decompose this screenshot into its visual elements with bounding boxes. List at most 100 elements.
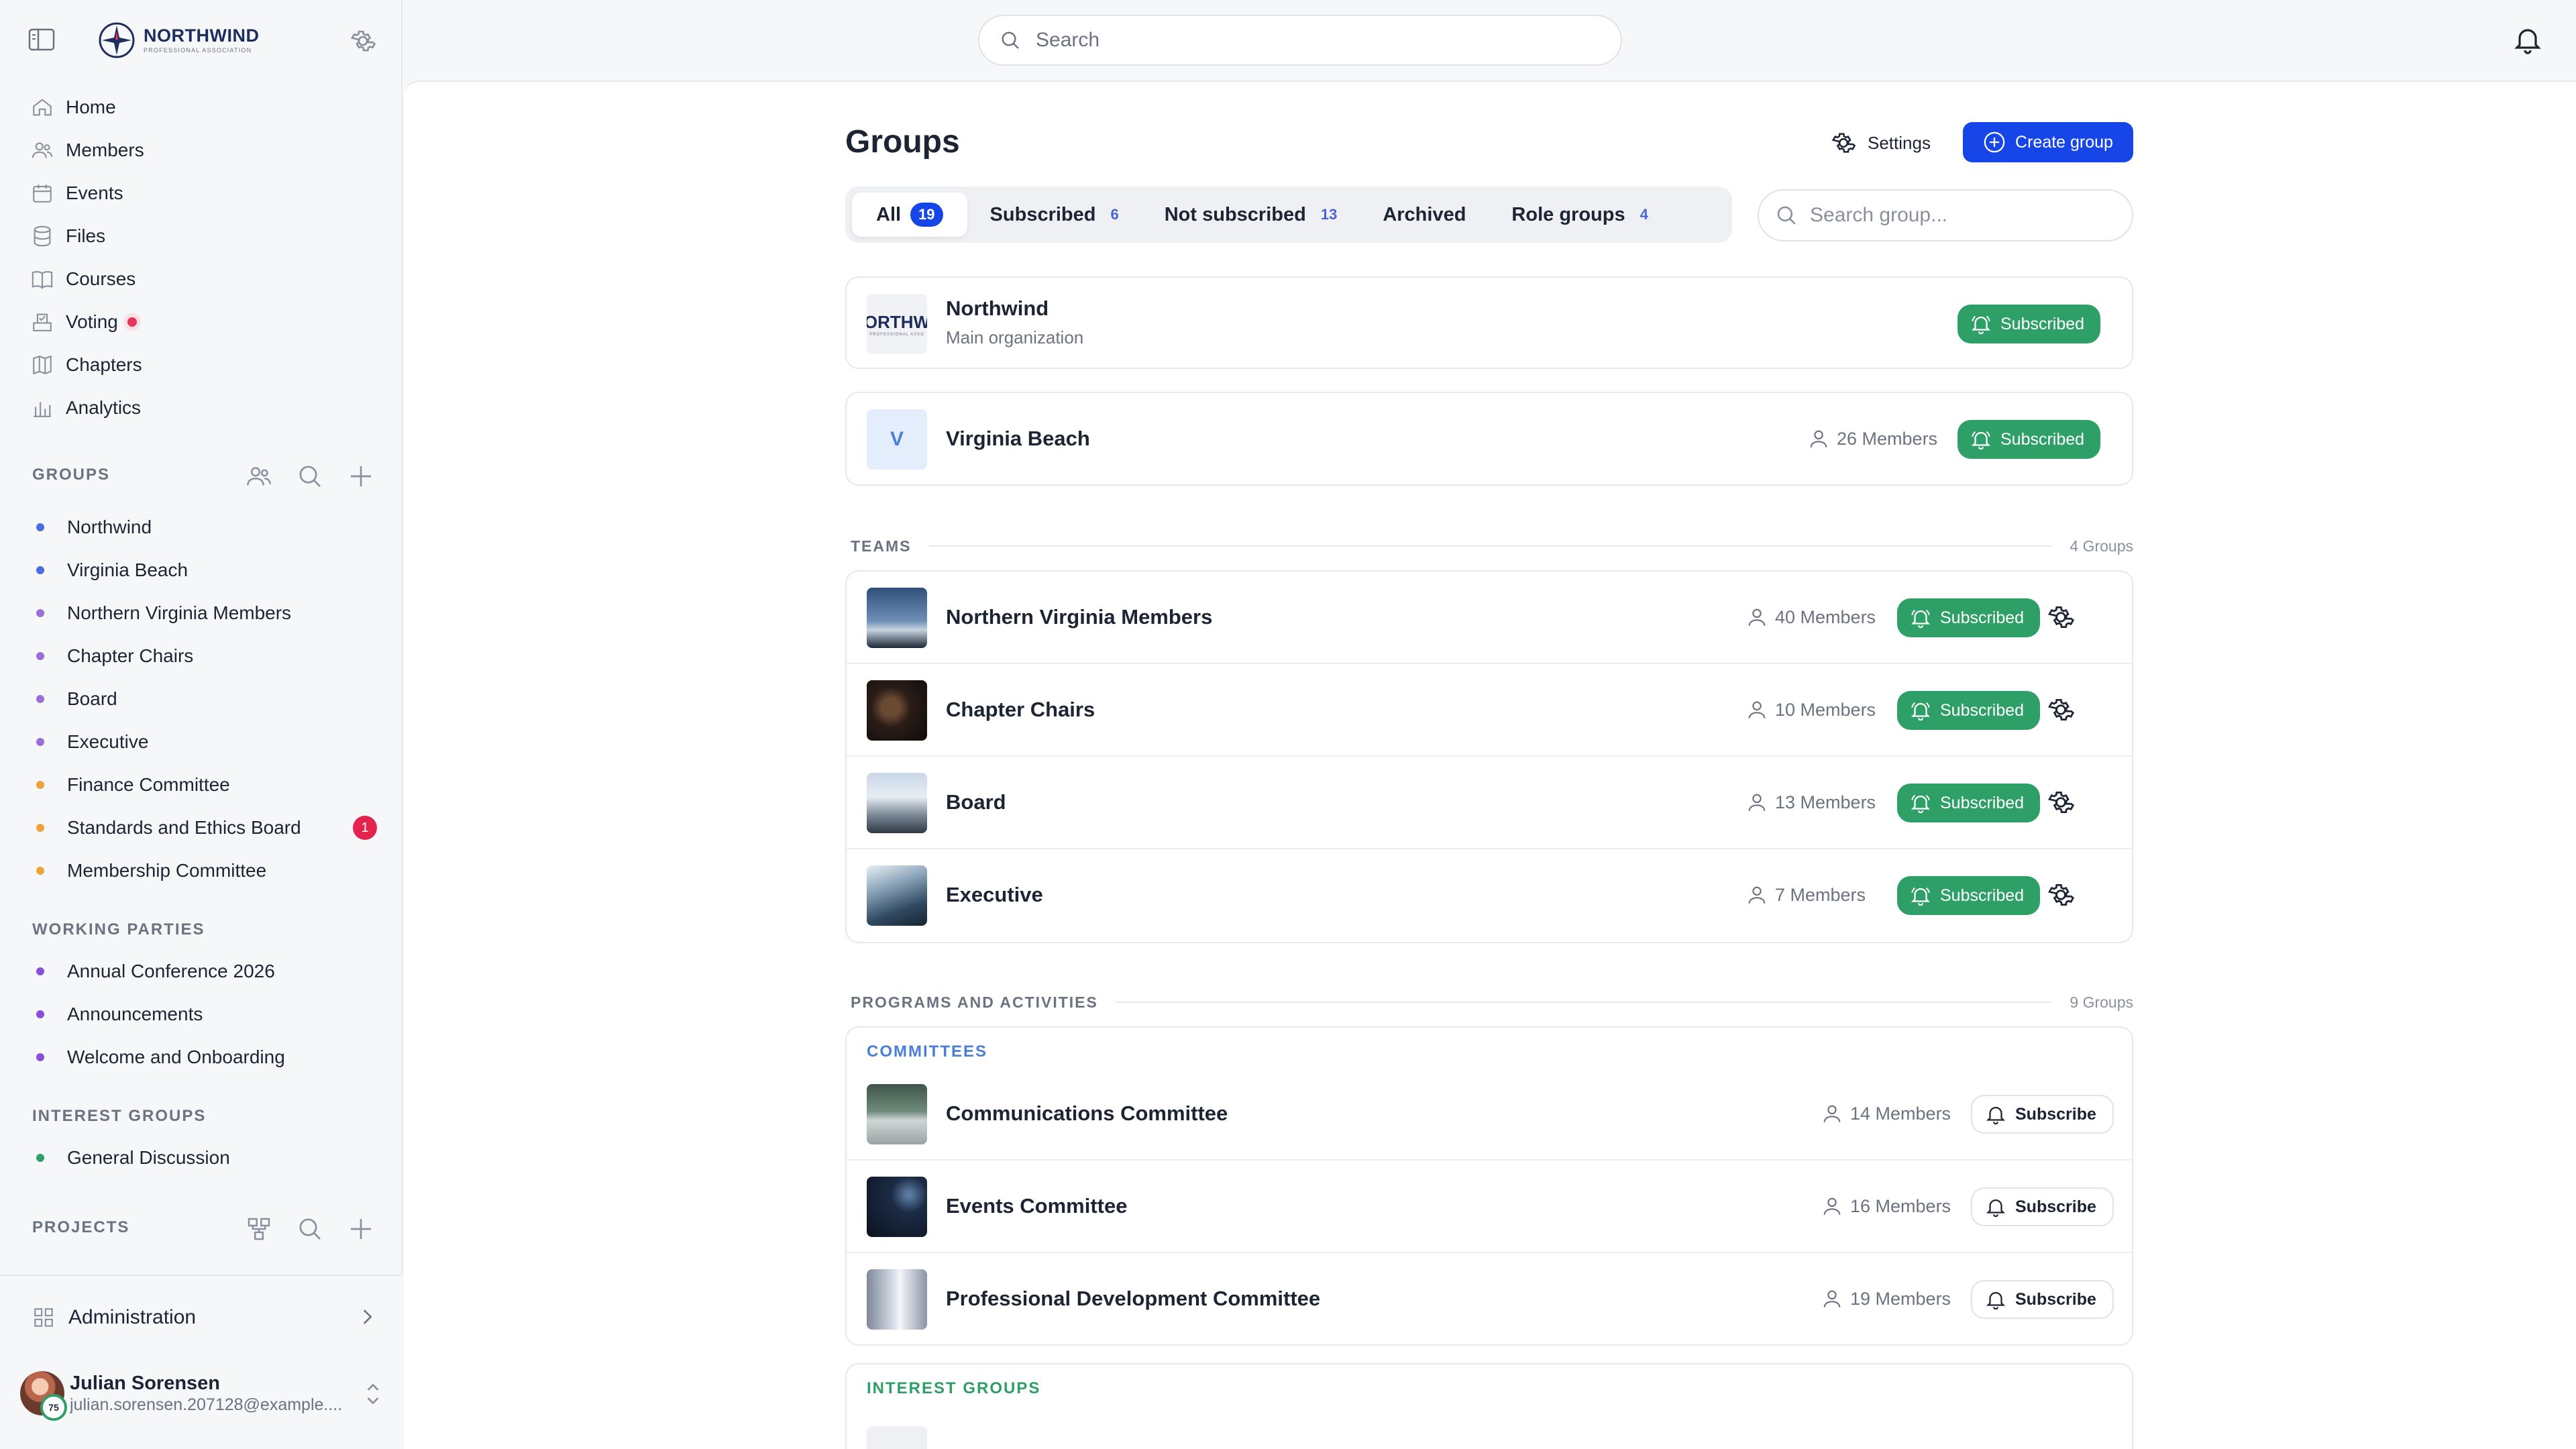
tab-all[interactable]: All 19	[852, 193, 967, 237]
sidebar-item-standards-and-ethics-board[interactable]: Standards and Ethics Board 1	[0, 806, 402, 849]
nav-item-voting[interactable]: Voting	[0, 301, 402, 343]
group-name: Professional Development Committee	[946, 1287, 1321, 1310]
subscribed-badge[interactable]: Subscribed	[1897, 876, 2041, 915]
organization-name: Northwind	[946, 297, 1049, 320]
nav-item-home[interactable]: Home	[0, 86, 402, 129]
global-search-input[interactable]	[1036, 29, 1559, 52]
group-settings-gear-icon[interactable]	[2046, 695, 2076, 724]
group-name: Executive	[946, 883, 1043, 906]
sidebar-group-list: Northwind Virginia Beach Northern Virginia…	[0, 506, 402, 892]
sidebar-item-chapter-chairs[interactable]: Chapter Chairs	[0, 635, 402, 678]
nav-item-files[interactable]: Files	[0, 215, 402, 258]
sidebar-item-announcements[interactable]: Announcements	[0, 993, 402, 1036]
team-row[interactable]: Chapter Chairs 10 Members Subscribed	[847, 664, 2132, 757]
committee-row[interactable]: Events Committee 16 Members Subscribe	[847, 1161, 2132, 1253]
user-icon	[1823, 1197, 1841, 1215]
nav-item-members[interactable]: Members	[0, 129, 402, 172]
nav-item-analytics[interactable]: Analytics	[0, 386, 402, 429]
committee-row[interactable]: Professional Development Committee 19 Mem…	[847, 1253, 2132, 1344]
member-count: 10 Members	[1746, 696, 1876, 723]
nav-label: Home	[66, 97, 116, 117]
group-search[interactable]	[1758, 189, 2133, 241]
sidebar-item-northwind[interactable]: Northwind	[0, 506, 402, 549]
team-row[interactable]: Board 13 Members Subscribed	[847, 757, 2132, 849]
subscribed-badge[interactable]: Subscribed	[1897, 784, 2041, 822]
sidebar-item-northern-virginia-members[interactable]: Northern Virginia Members	[0, 592, 402, 635]
sidebar-item-welcome-and-onboarding[interactable]: Welcome and Onboarding	[0, 1036, 402, 1079]
organization-row[interactable]: ORTHW PROFESSIONAL ASSO Northwind Main o…	[847, 278, 2132, 368]
tab-role-groups[interactable]: Role groups 4	[1489, 193, 1670, 237]
sidebar-settings-gear-icon[interactable]	[349, 27, 377, 55]
subscribed-badge[interactable]: Subscribed	[1957, 420, 2101, 459]
settings-button[interactable]: Settings	[1830, 123, 1931, 162]
nav-item-events[interactable]: Events	[0, 172, 402, 215]
main-organization-card[interactable]: ORTHW PROFESSIONAL ASSO Northwind Main o…	[845, 276, 2133, 369]
search-projects-icon[interactable]	[297, 1216, 323, 1242]
group-settings-gear-icon[interactable]	[2046, 788, 2076, 817]
virginia-beach-card[interactable]: V Virginia Beach 26 Members Subscribed	[845, 392, 2133, 486]
notifications-bell-icon[interactable]	[2512, 23, 2544, 56]
team-row[interactable]: Executive 7 Members Subscribed	[847, 849, 2132, 942]
sidebar-item-finance-committee[interactable]: Finance Committee	[0, 763, 402, 806]
member-count-label: 40 Members	[1775, 606, 1876, 627]
group-thumbnail	[867, 1269, 927, 1330]
nav-item-chapters[interactable]: Chapters	[0, 343, 402, 386]
subscribed-badge[interactable]: Subscribed	[1957, 305, 2101, 343]
group-row-virginia-beach[interactable]: V Virginia Beach 26 Members Subscribed	[847, 393, 2132, 484]
sidebar-item-general-discussion[interactable]: General Discussion	[0, 1136, 402, 1179]
brand-subtitle: PROFESSIONAL ASSOCIATION	[144, 47, 252, 54]
tab-count: 13	[1320, 206, 1338, 223]
sidebar-item-annual-conference-2026[interactable]: Annual Conference 2026	[0, 950, 402, 993]
sidebar-header: NORTHWIND PROFESSIONAL ASSOCIATION	[0, 0, 402, 80]
brand-logo[interactable]: NORTHWIND PROFESSIONAL ASSOCIATION	[98, 21, 259, 59]
subscribe-button[interactable]: Subscribe	[1971, 1187, 2114, 1226]
subscribe-button[interactable]: Subscribe	[1971, 1280, 2114, 1319]
tab-not-subscribed[interactable]: Not subscribed 13	[1142, 193, 1360, 237]
sidebar-toggle-icon[interactable]	[28, 28, 55, 51]
nav-item-courses[interactable]: Courses	[0, 258, 402, 301]
group-filter-tabs: All 19 Subscribed 6 Not subscribed 13 Ar…	[845, 186, 1732, 243]
sidebar-item-executive[interactable]: Executive	[0, 720, 402, 763]
global-search[interactable]	[978, 15, 1622, 66]
group-settings-gear-icon[interactable]	[2046, 880, 2076, 910]
group-color-dot	[36, 566, 44, 574]
subscribe-label: Subscribe	[2015, 1197, 2096, 1216]
add-group-icon[interactable]	[347, 463, 374, 490]
group-members-icon[interactable]	[246, 463, 272, 490]
group-thumbnail	[867, 865, 927, 926]
user-icon	[1748, 886, 1766, 904]
create-group-button[interactable]: Create group	[1963, 122, 2133, 162]
tab-subscribed[interactable]: Subscribed 6	[967, 193, 1142, 237]
compass-logo-icon	[98, 21, 136, 59]
subscribed-badge[interactable]: Subscribed	[1897, 598, 2041, 637]
sidebar-item-virginia-beach[interactable]: Virginia Beach	[0, 549, 402, 592]
sidebar-item-label: Virginia Beach	[67, 559, 189, 580]
search-groups-icon[interactable]	[297, 463, 323, 490]
user-menu[interactable]: 75 Julian Sorensen julian.sorensen.20712…	[20, 1363, 396, 1424]
subscribe-button[interactable]: Subscribe	[1971, 1095, 2114, 1134]
member-count: 19 Members	[1821, 1285, 1951, 1312]
project-tree-icon[interactable]	[246, 1216, 272, 1242]
sidebar-item-label: Welcome and Onboarding	[67, 1046, 285, 1067]
subscribed-badge[interactable]: Subscribed	[1897, 691, 2041, 730]
section-label: PROGRAMS AND ACTIVITIES	[851, 993, 1098, 1011]
administration-link[interactable]: Administration	[0, 1296, 402, 1339]
home-icon	[33, 99, 52, 116]
committee-row[interactable]: Communications Committee 14 Members Subscr…	[847, 1068, 2132, 1161]
tab-count: 6	[1110, 206, 1119, 223]
group-name: Northern Virginia Members	[946, 605, 1213, 629]
group-row[interactable]	[847, 1405, 2132, 1449]
group-name: Events Committee	[946, 1194, 1128, 1218]
users-icon	[32, 142, 53, 158]
projects-section-actions	[221, 1216, 374, 1242]
nav-label: Events	[66, 182, 123, 203]
group-settings-gear-icon[interactable]	[2046, 602, 2076, 632]
sidebar-item-board[interactable]: Board	[0, 678, 402, 720]
top-bar	[402, 0, 2576, 80]
team-row[interactable]: Northern Virginia Members 40 Members Subsc…	[847, 572, 2132, 664]
group-search-input[interactable]	[1810, 204, 2118, 227]
tab-archived[interactable]: Archived	[1360, 193, 1489, 237]
group-thumbnail	[867, 773, 927, 833]
sidebar-item-membership-committee[interactable]: Membership Committee	[0, 849, 402, 892]
add-project-icon[interactable]	[347, 1216, 374, 1242]
